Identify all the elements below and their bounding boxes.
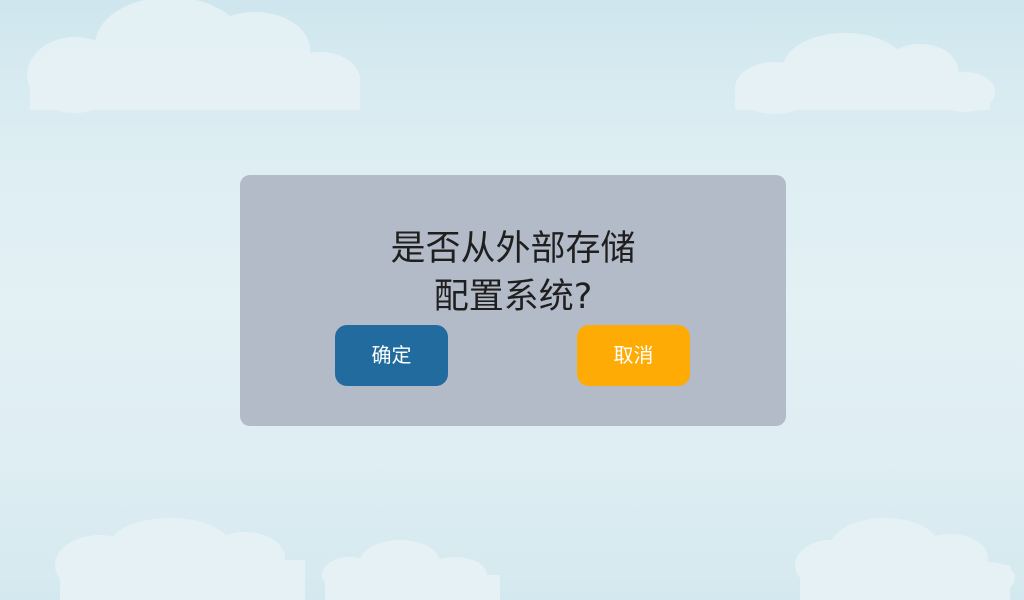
config-dialog: 是否从外部存储 配置系统? 确定 取消 [240,175,786,426]
cloud-top-right [735,33,995,114]
cloud-bottom-right [795,518,1015,600]
cloud-bottom-left [55,518,305,600]
cloud-top-left [27,0,360,113]
cloud-bottom-middle [322,540,500,600]
dialog-message-line-2: 配置系统? [433,277,593,317]
dialog-message: 是否从外部存储 配置系统? [240,225,786,321]
confirm-button[interactable]: 确定 [335,325,448,386]
dialog-message-line-1: 是否从外部存储 [390,229,636,269]
cancel-button[interactable]: 取消 [577,325,690,386]
